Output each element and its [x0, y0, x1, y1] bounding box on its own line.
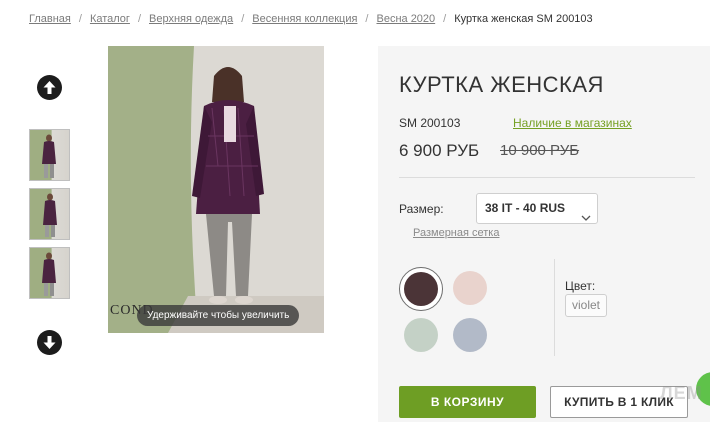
- watermark: ЛЕМ: [660, 383, 703, 403]
- product-main-image[interactable]: [108, 46, 324, 333]
- breadcrumb-spring-2020[interactable]: Весна 2020: [376, 13, 435, 25]
- breadcrumb-current: Куртка женская SM 200103: [454, 13, 593, 25]
- color-value-badge: violet: [565, 294, 608, 317]
- color-label: Цвет:: [565, 279, 596, 293]
- divider: [554, 259, 555, 356]
- breadcrumb-home[interactable]: Главная: [29, 13, 71, 25]
- product-old-price: 10 900 РУБ: [500, 142, 580, 159]
- arrow-down-circle-icon[interactable]: [37, 330, 62, 355]
- product-price: 6 900 РУБ: [399, 141, 480, 160]
- breadcrumb: Главная / Каталог / Верхняя одежда / Весенняя …: [29, 12, 593, 26]
- zoom-hint-tooltip: Удерживайте чтобы увеличить: [137, 305, 300, 326]
- gallery-thumbnail[interactable]: [29, 129, 70, 181]
- product-info-panel: КУРТКА ЖЕНСКАЯ SM 200103 Наличие в магаз…: [378, 46, 710, 422]
- breadcrumb-separator: /: [137, 13, 141, 25]
- breadcrumb-separator: /: [365, 13, 369, 25]
- size-select[interactable]: 38 IT - 40 RUS: [476, 193, 598, 224]
- size-chart-link[interactable]: Размерная сетка: [413, 227, 499, 239]
- color-swatch[interactable]: [453, 271, 487, 305]
- product-sku: SM 200103: [399, 116, 461, 130]
- breadcrumb-separator: /: [443, 13, 447, 25]
- add-to-cart-button[interactable]: В КОРЗИНУ: [399, 386, 536, 418]
- size-select-value: 38 IT - 40 RUS: [485, 201, 566, 215]
- breadcrumb-catalog[interactable]: Каталог: [90, 13, 130, 25]
- store-availability-link[interactable]: Наличие в магазинах: [513, 116, 632, 130]
- color-swatch[interactable]: [404, 318, 438, 352]
- breadcrumb-separator: /: [241, 13, 245, 25]
- chevron-down-icon: [581, 204, 591, 223]
- breadcrumb-outerwear[interactable]: Верхняя одежда: [149, 13, 233, 25]
- breadcrumb-spring-collection[interactable]: Весенняя коллекция: [252, 13, 357, 25]
- gallery-thumbnail[interactable]: [29, 188, 70, 240]
- product-title: КУРТКА ЖЕНСКАЯ: [399, 72, 604, 97]
- gallery-thumbnail[interactable]: [29, 247, 70, 299]
- divider: [399, 177, 695, 178]
- arrow-up-circle-icon[interactable]: [37, 75, 62, 100]
- breadcrumb-separator: /: [78, 13, 82, 25]
- color-swatch[interactable]: [453, 318, 487, 352]
- color-swatch-violet[interactable]: [404, 272, 438, 306]
- size-label: Размер:: [399, 202, 444, 216]
